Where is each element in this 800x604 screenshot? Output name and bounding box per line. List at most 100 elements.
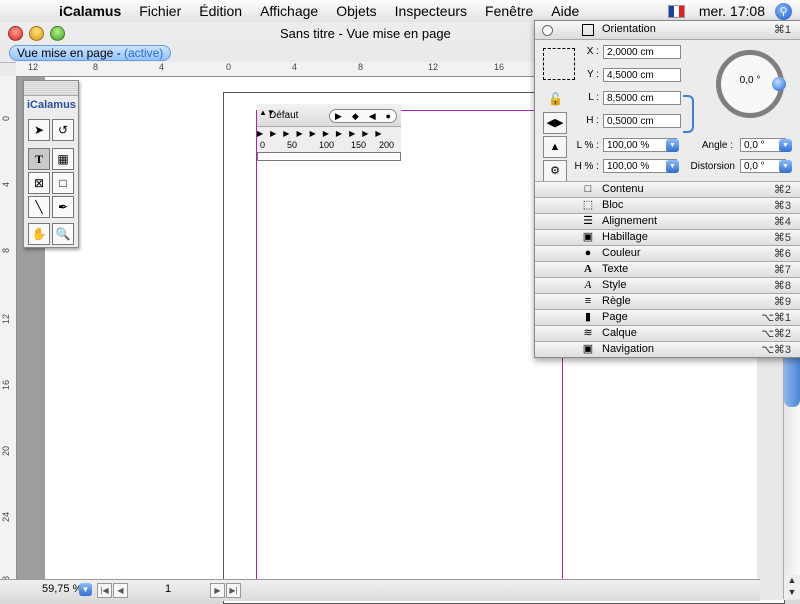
vertical-ruler[interactable]: 0 4 8 12 16 20 24 28 [0, 76, 17, 600]
reference-point-icon[interactable] [543, 48, 575, 80]
rectangle-tool-icon[interactable]: □ [52, 172, 74, 194]
text-ruler[interactable]: 0 50 100 150 200 ▶▶▶▶▶▶▶▶▶▶ [257, 126, 401, 153]
angle-dropdown-icon[interactable]: ▼ [779, 139, 792, 152]
l-field[interactable]: 8,5000 cm [603, 91, 681, 105]
row-shortcut: ⌘4 [773, 216, 791, 228]
next-page-icon[interactable]: ▶ [210, 583, 225, 598]
x-field[interactable]: 2,0000 cm [603, 45, 681, 59]
row-shortcut: ⌘7 [773, 264, 791, 276]
pen-tool-icon[interactable]: ✒ [52, 196, 74, 218]
tab-label: Vue mise en page - [17, 46, 124, 60]
row-shortcut: ⌥⌘3 [761, 344, 791, 356]
distortion-label: Distorsion [690, 161, 735, 172]
menu-objets[interactable]: Objets [327, 3, 385, 19]
row-shortcut: ⌘6 [773, 248, 791, 260]
hand-tool-icon[interactable]: ✋ [28, 223, 50, 245]
y-field[interactable]: 4,5000 cm [603, 68, 681, 82]
menu-fenetre[interactable]: Fenêtre [476, 3, 542, 19]
palette-titlebar[interactable] [24, 81, 78, 96]
ruler-label: 0 [226, 62, 232, 72]
collapse-icon[interactable] [542, 25, 553, 36]
french-flag-icon[interactable] [667, 4, 685, 18]
image-tool-icon[interactable]: ▦ [52, 148, 74, 170]
row-label: Style [602, 279, 627, 291]
inspector-row-contenu[interactable]: □ Contenu ⌘2 [535, 181, 800, 197]
rotation-dial[interactable]: 0,0 ° [716, 50, 786, 118]
arrow-tool-icon[interactable]: ➤ [28, 119, 50, 141]
rotate-tool-icon[interactable]: ↺ [52, 119, 74, 141]
orientation-icon [582, 24, 594, 36]
color-icon: ● [584, 247, 592, 259]
row-shortcut: ⌘9 [773, 296, 791, 308]
lock-icon[interactable]: 🔓 [548, 92, 563, 106]
menu-edition[interactable]: Édition [190, 3, 251, 19]
inspector-row-habillage[interactable]: ▣ Habillage ⌘5 [535, 229, 800, 245]
row-label: Navigation [602, 343, 654, 355]
wrap-icon: ▣ [582, 231, 594, 243]
tab-center-icon[interactable]: ◆ [352, 111, 359, 122]
inspector-header-orientation[interactable]: Orientation ⌘1 [535, 21, 800, 40]
row-shortcut: ⌥⌘1 [761, 312, 791, 324]
first-page-icon[interactable]: |◀ [97, 583, 112, 598]
menu-aide[interactable]: Aide [542, 3, 588, 19]
tab-decimal-icon[interactable]: ● [386, 111, 391, 121]
vertical-scrollbar[interactable]: ▲ ▼ [757, 347, 800, 600]
status-bar: 59,75 % ▼ |◀ ◀ 1 ▶ ▶| [0, 579, 760, 601]
zoom-tool-icon[interactable]: 🔍 [52, 223, 74, 245]
tab-type-selector[interactable]: ▶ ◆ ◀ ● [329, 109, 397, 123]
dial-knob[interactable] [772, 77, 786, 91]
minimize-button[interactable] [29, 26, 44, 41]
distortion-dropdown-icon[interactable]: ▼ [779, 160, 792, 173]
zoom-button[interactable] [50, 26, 65, 41]
inspector-row-texte[interactable]: A Texte ⌘7 [535, 261, 800, 277]
frame-tool-icon[interactable]: ⊠ [28, 172, 50, 194]
last-page-icon[interactable]: ▶| [226, 583, 241, 598]
content-icon: □ [584, 183, 592, 195]
scroll-down-arrow-icon[interactable]: ▼ [783, 587, 800, 599]
text-icon: A [584, 263, 592, 275]
menu-fichier[interactable]: Fichier [130, 3, 190, 19]
menu-inspecteurs[interactable]: Inspecteurs [386, 3, 476, 19]
tab-layout-view[interactable]: Vue mise en page - (active) [9, 45, 172, 61]
text-tool-icon[interactable]: T [28, 148, 50, 170]
line-tool-icon[interactable]: ╲ [28, 196, 50, 218]
width-percent-dropdown-icon[interactable]: ▼ [666, 139, 679, 152]
text-input-line[interactable] [257, 152, 401, 161]
text-frame-widget[interactable]: ▲▼ Défaut ▶ ◆ ◀ ● 0 50 100 150 200 ▶▶▶▶▶… [257, 104, 401, 162]
row-label: Couleur [602, 247, 641, 259]
gear-icon[interactable]: ⚙ [543, 160, 567, 182]
link-proportions-icon[interactable] [683, 95, 694, 133]
zoom-level[interactable]: 59,75 % [42, 583, 82, 595]
page-icon: ▮ [584, 311, 592, 323]
flip-horizontal-icon[interactable]: ◀▶ [543, 112, 567, 134]
inspector-row-alignement[interactable]: ☰ Alignement ⌘4 [535, 213, 800, 229]
row-shortcut: ⌘5 [773, 232, 791, 244]
inspector-row-couleur[interactable]: ● Couleur ⌘6 [535, 245, 800, 261]
close-button[interactable] [8, 26, 23, 41]
inspector-row-regle[interactable]: ≡ Règle ⌘9 [535, 293, 800, 309]
inspector-row-navigation[interactable]: ▣ Navigation ⌥⌘3 [535, 341, 800, 357]
prev-page-icon[interactable]: ◀ [113, 583, 128, 598]
page-number[interactable]: 1 [165, 583, 171, 595]
inspector-row-page[interactable]: ▮ Page ⌥⌘1 [535, 309, 800, 325]
style-name[interactable]: Défaut [269, 110, 298, 121]
inspector-row-style[interactable]: A Style ⌘8 [535, 277, 800, 293]
tab-left-icon[interactable]: ▶ [335, 111, 342, 122]
h-field[interactable]: 0,5000 cm [603, 114, 681, 128]
scroll-up-arrow-icon[interactable]: ▲ [783, 575, 800, 587]
window-title: Sans titre - Vue mise en page [280, 26, 451, 41]
flip-vertical-icon[interactable]: ▲ [543, 136, 567, 158]
style-icon: A [584, 279, 592, 291]
l-label: L : [588, 92, 599, 103]
menu-affichage[interactable]: Affichage [251, 3, 327, 19]
inspector-row-bloc[interactable]: ⬚ Bloc ⌘3 [535, 197, 800, 213]
spotlight-icon[interactable]: ⚲ [775, 2, 792, 20]
menubar-clock[interactable]: mer. 17:08 [699, 3, 765, 19]
height-percent-dropdown-icon[interactable]: ▼ [666, 160, 679, 173]
zoom-dropdown-icon[interactable]: ▼ [79, 583, 92, 596]
tab-right-icon[interactable]: ◀ [369, 111, 376, 122]
menu-icalamus[interactable]: iCalamus [50, 3, 130, 19]
row-shortcut: ⌘2 [773, 184, 791, 196]
row-label: Page [602, 311, 628, 323]
inspector-row-calque[interactable]: ≋ Calque ⌥⌘2 [535, 325, 800, 341]
